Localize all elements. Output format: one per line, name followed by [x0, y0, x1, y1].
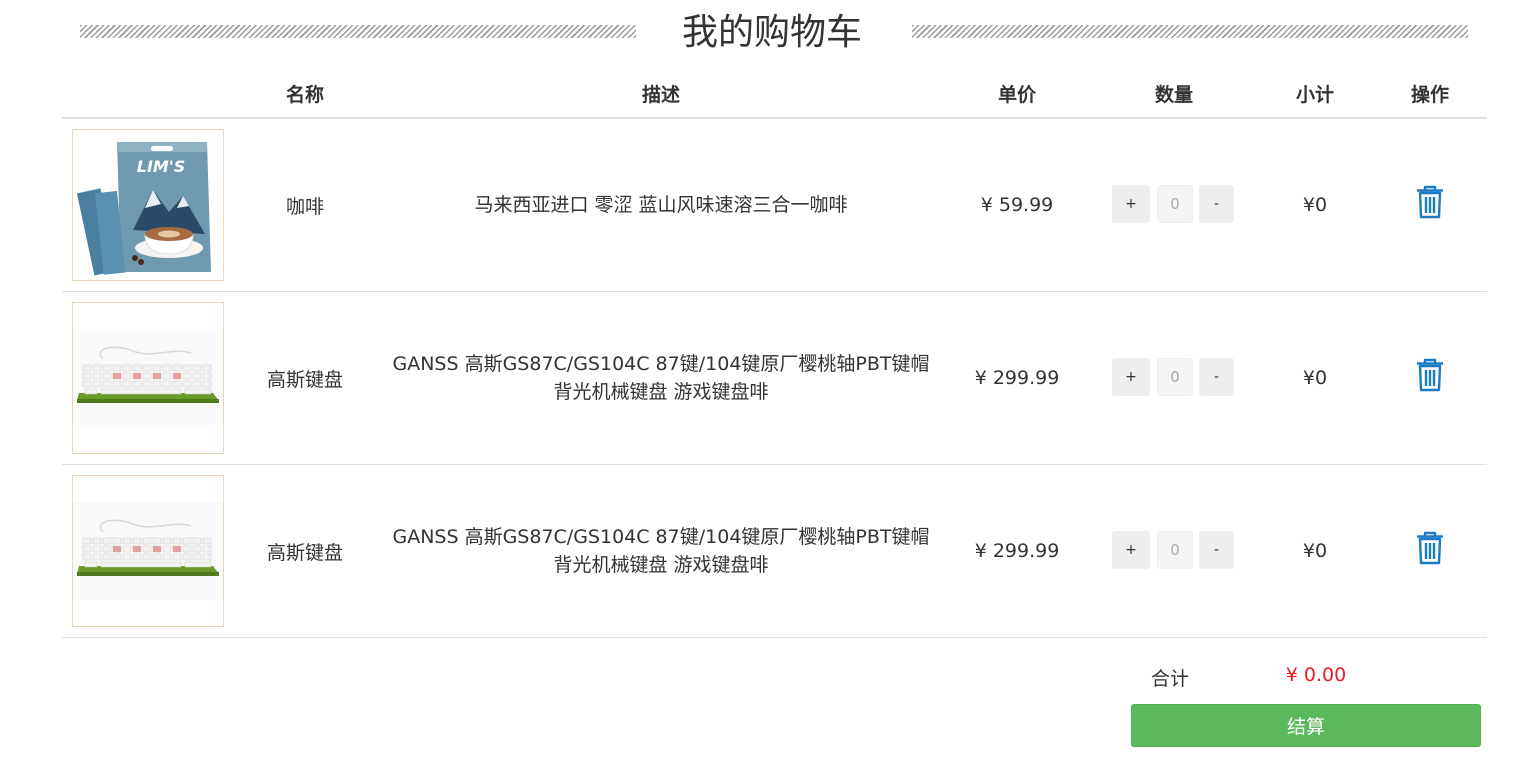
table-row: 高斯键盘 GANSS 高斯GS87C/GS104C 87键/104键原厂樱桃轴P… [62, 292, 1487, 465]
qty-input[interactable] [1157, 185, 1193, 223]
total-label: 合计 [1150, 668, 1189, 690]
table-row: 高斯键盘 GANSS 高斯GS87C/GS104C 87键/104键原厂樱桃轴P… [62, 465, 1487, 638]
quantity-stepper: + - [1112, 358, 1236, 396]
header-action: 操作 [1410, 84, 1449, 106]
delete-button[interactable] [1415, 358, 1445, 392]
title-bar: 我的购物车 [0, 0, 1522, 66]
trash-icon [1417, 358, 1443, 392]
delete-button[interactable] [1415, 185, 1445, 219]
page-title: 我的购物车 [681, 12, 862, 53]
qty-decrease-button[interactable]: - [1199, 531, 1234, 569]
product-price: ¥ 59.99 [980, 194, 1054, 216]
product-subtotal: ¥0 [1302, 367, 1328, 389]
product-subtotal: ¥0 [1302, 194, 1328, 216]
product-image-keyboard[interactable] [72, 475, 224, 627]
total-value: ¥ 0.00 [1285, 664, 1347, 686]
trash-icon [1417, 185, 1443, 219]
product-price: ¥ 299.99 [974, 367, 1060, 389]
product-price: ¥ 299.99 [974, 540, 1060, 562]
table-header: 名称 描述 单价 数量 小计 操作 [62, 70, 1487, 119]
header-desc: 描述 [641, 84, 680, 106]
delete-button[interactable] [1415, 531, 1445, 565]
product-desc: GANSS 高斯GS87C/GS104C 87键/104键原厂樱桃轴PBT键帽背… [392, 353, 930, 403]
header-subtotal: 小计 [1295, 84, 1334, 106]
header-name: 名称 [285, 84, 324, 106]
header-qty: 数量 [1154, 84, 1193, 106]
product-image-coffee[interactable]: LIM'S [72, 129, 224, 281]
qty-increase-button[interactable]: + [1112, 531, 1150, 569]
keyboard-image [73, 476, 223, 626]
table-row: LIM'S 咖啡 马来西亚进口 零涩 蓝山风味速溶三合一咖啡 ¥ 59.99 +… [62, 119, 1487, 292]
qty-decrease-button[interactable]: - [1199, 185, 1234, 223]
qty-increase-button[interactable]: + [1112, 358, 1150, 396]
quantity-stepper: + - [1112, 185, 1236, 223]
coffee-package-image: LIM'S [73, 130, 223, 280]
product-name: 咖啡 [285, 195, 324, 218]
product-desc: GANSS 高斯GS87C/GS104C 87键/104键原厂樱桃轴PBT键帽背… [392, 526, 930, 576]
quantity-stepper: + - [1112, 531, 1236, 569]
qty-input[interactable] [1157, 358, 1193, 396]
qty-decrease-button[interactable]: - [1199, 358, 1234, 396]
coffee-brand-logo: LIM'S [137, 157, 186, 176]
product-name: 高斯键盘 [266, 368, 343, 391]
checkout-button[interactable]: 结算 [1131, 704, 1481, 747]
product-name: 高斯键盘 [266, 541, 343, 564]
keyboard-image [73, 303, 223, 453]
qty-input[interactable] [1157, 531, 1193, 569]
product-image-keyboard[interactable] [72, 302, 224, 454]
product-desc: 马来西亚进口 零涩 蓝山风味速溶三合一咖啡 [474, 194, 848, 216]
trash-icon [1417, 531, 1443, 565]
qty-increase-button[interactable]: + [1112, 185, 1150, 223]
product-subtotal: ¥0 [1302, 540, 1328, 562]
header-price: 单价 [997, 84, 1036, 106]
